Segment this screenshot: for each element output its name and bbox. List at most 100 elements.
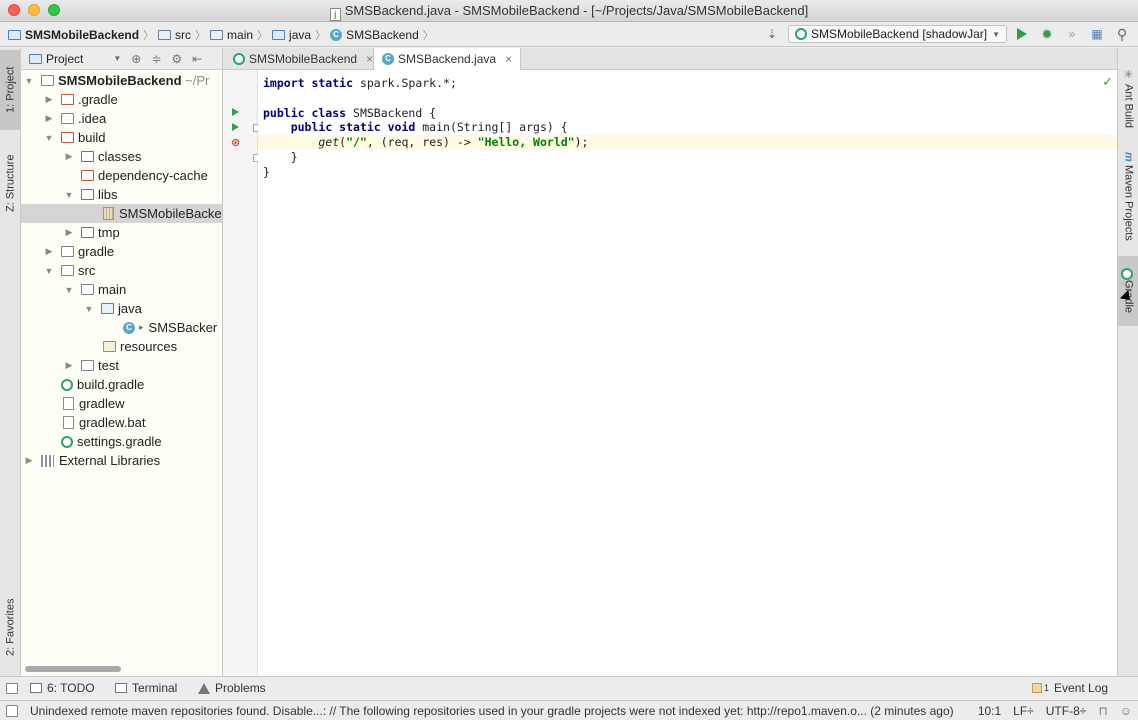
chevron-right-icon: 〉 bbox=[195, 30, 207, 42]
chevron-right-icon: ▶ bbox=[65, 360, 73, 370]
tree-item-gradle-wrapper-dir[interactable]: ▶ gradle bbox=[21, 242, 222, 261]
gradle-icon bbox=[233, 53, 245, 65]
toggle-tool-windows-icon[interactable] bbox=[6, 683, 18, 694]
gradle-icon bbox=[794, 28, 807, 40]
inspection-ok-icon[interactable]: ✓ bbox=[1102, 74, 1113, 90]
code-text: SMSBackend { bbox=[346, 105, 437, 120]
debug-button[interactable]: ✹ bbox=[1037, 25, 1057, 43]
horizontal-scrollbar[interactable] bbox=[25, 666, 121, 672]
tree-item-gradlew-bat[interactable]: gradlew.bat bbox=[21, 413, 222, 432]
tree-item-build-gradle[interactable]: build.gradle bbox=[21, 375, 222, 394]
run-marker-icon: ▸ bbox=[139, 322, 144, 332]
breadcrumb-project[interactable]: SMSMobileBackend 〉 bbox=[8, 27, 154, 43]
encoding-select[interactable]: UTF-8÷ bbox=[1046, 704, 1087, 718]
tree-item-label: SMSMobileBackend bbox=[58, 73, 182, 88]
breadcrumb-main[interactable]: main 〉 bbox=[210, 27, 268, 43]
tree-item-main-dir[interactable]: ▼ main bbox=[21, 280, 222, 299]
code-text: main(String[] args) { bbox=[415, 120, 568, 135]
gradle-icon bbox=[61, 435, 73, 448]
maven-icon: m bbox=[1122, 151, 1135, 162]
chevron-right-icon: 〉 bbox=[257, 30, 269, 42]
resources-folder-icon bbox=[103, 341, 116, 352]
problems-tool-button[interactable]: Problems bbox=[198, 681, 266, 695]
tree-item-external-libraries[interactable]: ▶ External Libraries bbox=[21, 451, 222, 470]
event-log-tool-button[interactable]: 1 Event Log bbox=[1032, 681, 1108, 695]
tree-item-class-file[interactable]: C ▸ SMSBacker bbox=[21, 318, 222, 337]
breadcrumb-class[interactable]: C SMSBackend 〉 bbox=[330, 27, 434, 43]
excluded-folder-icon bbox=[61, 94, 74, 105]
settings-gear-icon[interactable]: ⚙ bbox=[171, 52, 182, 66]
class-icon: C bbox=[382, 53, 394, 65]
vcs-update-icon[interactable]: ⇣ bbox=[762, 25, 782, 43]
hide-panel-icon[interactable]: ⇤ bbox=[192, 52, 202, 66]
editor-gutter: ⊛ bbox=[223, 70, 261, 676]
chevron-right-icon: 〉 bbox=[315, 30, 327, 42]
scroll-from-source-icon[interactable]: ⊕ bbox=[131, 52, 141, 66]
source-folder-icon bbox=[272, 30, 286, 40]
terminal-tool-button[interactable]: Terminal bbox=[115, 681, 177, 695]
tree-item-tmp-dir[interactable]: ▶ tmp bbox=[21, 223, 222, 242]
chevron-down-icon: ▼ bbox=[113, 54, 122, 63]
tree-item-dependency-cache-dir[interactable]: dependency-cache bbox=[21, 166, 222, 185]
tree-item-label: dependency-cache bbox=[98, 168, 208, 183]
tool-tab-maven-projects[interactable]: m Maven Projects bbox=[1118, 146, 1138, 246]
tree-item-classes-dir[interactable]: ▶ classes bbox=[21, 147, 222, 166]
coverage-icon: » bbox=[1068, 27, 1076, 41]
editor-tab-build-gradle[interactable]: SMSMobileBackend × bbox=[225, 48, 381, 70]
todo-tool-button[interactable]: 6: TODO bbox=[30, 681, 95, 695]
tree-item-idea-dir[interactable]: ▶ .idea bbox=[21, 109, 222, 128]
tree-item-build-dir[interactable]: ▼ build bbox=[21, 128, 222, 147]
todo-icon bbox=[30, 683, 42, 693]
warning-icon bbox=[198, 682, 210, 694]
string-literal: "/" bbox=[346, 135, 367, 149]
tree-item-label: SMSMobileBacke bbox=[119, 206, 222, 221]
run-configuration-select[interactable]: SMSMobileBackend [shadowJar] ▼ bbox=[787, 25, 1007, 43]
project-view-select[interactable]: Project ▼ bbox=[29, 52, 121, 66]
tree-item-libs-dir[interactable]: ▼ libs bbox=[21, 185, 222, 204]
excluded-folder-icon bbox=[81, 151, 94, 162]
line-separator-select[interactable]: LF÷ bbox=[1013, 704, 1034, 718]
run-button[interactable] bbox=[1012, 25, 1032, 43]
excluded-folder-icon bbox=[81, 227, 94, 238]
lambda-marker-icon[interactable]: ⊛ bbox=[231, 136, 240, 149]
terminal-icon bbox=[115, 683, 127, 693]
code-text: spark.Spark.*; bbox=[353, 76, 457, 90]
tool-tab-structure[interactable]: Z: Structure bbox=[0, 140, 21, 226]
search-everywhere-button[interactable]: ⚲ bbox=[1112, 25, 1132, 43]
tree-item-label: External Libraries bbox=[59, 453, 161, 468]
tree-item-gradle-dir[interactable]: ▶ .gradle bbox=[21, 90, 222, 109]
run-class-gutter-icon[interactable] bbox=[232, 108, 239, 116]
file-icon bbox=[63, 416, 74, 429]
tool-windows-icon[interactable] bbox=[6, 705, 18, 717]
breadcrumb-src[interactable]: src 〉 bbox=[158, 27, 206, 43]
tree-item-resources-dir[interactable]: resources bbox=[21, 337, 222, 356]
tree-item-label: settings.gradle bbox=[77, 434, 162, 449]
tree-item-java-dir[interactable]: ▼ java bbox=[21, 299, 222, 318]
tree-item-src-dir[interactable]: ▼ src bbox=[21, 261, 222, 280]
tree-item-label: libs bbox=[98, 187, 118, 202]
chevron-down-icon: ▼ bbox=[64, 189, 74, 200]
breadcrumb-java[interactable]: java 〉 bbox=[272, 27, 326, 43]
tree-item-settings-gradle[interactable]: settings.gradle bbox=[21, 432, 222, 451]
close-tab-icon[interactable]: × bbox=[505, 52, 512, 66]
editor-tab-smsbackend-java[interactable]: C SMSBackend.java × bbox=[373, 48, 522, 70]
tool-tab-ant-build[interactable]: ✳ Ant Build bbox=[1118, 58, 1138, 138]
project-structure-button[interactable]: ▦ bbox=[1087, 25, 1107, 43]
caret-position[interactable]: 10:1 bbox=[978, 704, 1001, 718]
tree-item-test-dir[interactable]: ▶ test bbox=[21, 356, 222, 375]
tool-tab-favorites[interactable]: 2: Favorites bbox=[0, 584, 21, 670]
tree-item-project-root[interactable]: ▼ SMSMobileBackend ~/Pr bbox=[21, 71, 222, 90]
run-main-gutter-icon[interactable] bbox=[232, 123, 239, 131]
tree-item-gradlew[interactable]: gradlew bbox=[21, 394, 222, 413]
tool-tab-project[interactable]: 1: Project bbox=[0, 50, 21, 130]
status-message[interactable]: Unindexed remote maven repositories foun… bbox=[30, 704, 954, 718]
coverage-button[interactable]: » bbox=[1062, 25, 1082, 43]
tree-item-jar-file[interactable]: SMSMobileBacke bbox=[21, 204, 222, 223]
hector-icon[interactable]: ☺ bbox=[1120, 704, 1132, 718]
code-editor[interactable]: import static spark.Spark.*; public clas… bbox=[258, 70, 1117, 676]
window-title: j SMSBackend.java - SMSMobileBackend - [~… bbox=[0, 3, 1138, 21]
lock-icon[interactable]: ⊓ bbox=[1098, 704, 1107, 718]
collapse-all-icon[interactable]: ≑ bbox=[151, 52, 161, 66]
code-text: ); bbox=[574, 135, 589, 149]
tool-button-label: Event Log bbox=[1054, 681, 1109, 695]
